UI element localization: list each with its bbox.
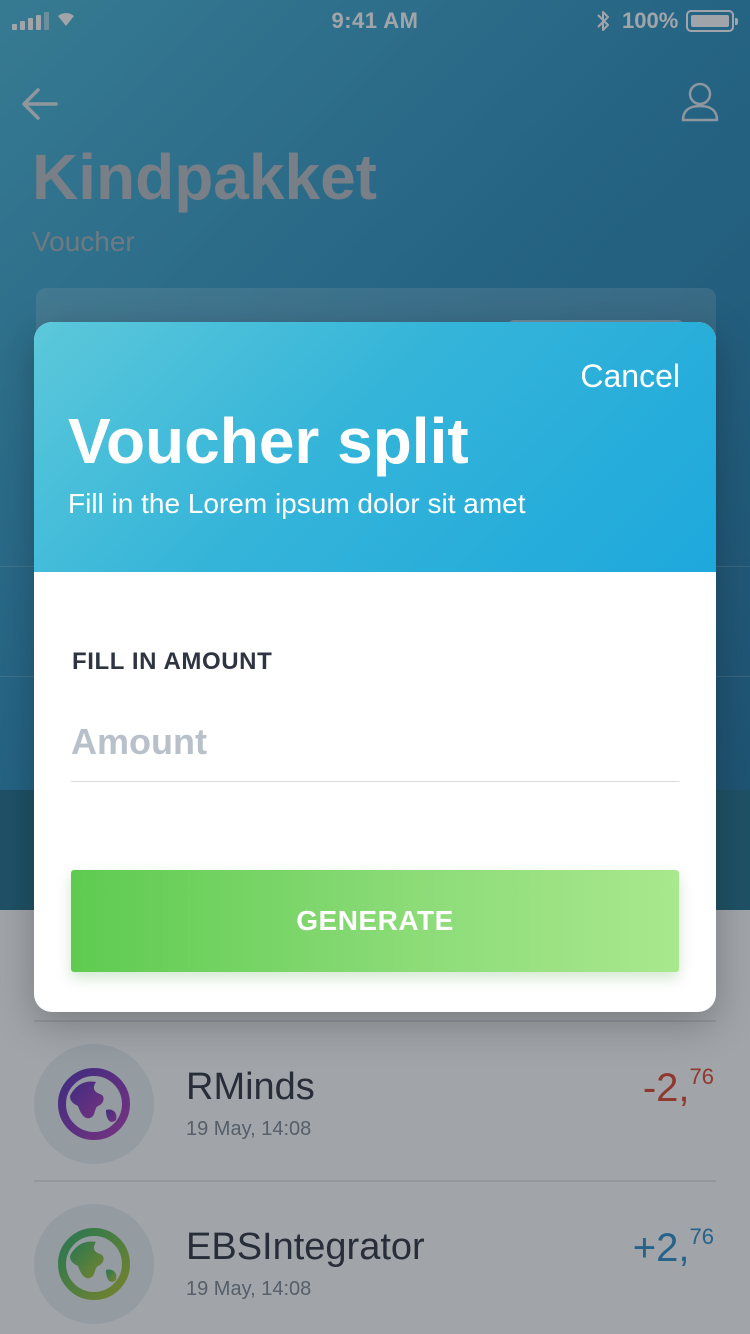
amount-input[interactable] xyxy=(71,702,679,782)
amount-field-label: FILL IN AMOUNT xyxy=(72,648,273,675)
modal-header: Cancel Voucher split Fill in the Lorem i… xyxy=(34,322,716,572)
cancel-button[interactable]: Cancel xyxy=(580,358,680,395)
modal-title: Voucher split xyxy=(68,405,469,477)
generate-button[interactable]: GENERATE xyxy=(71,870,679,972)
voucher-split-modal: Cancel Voucher split Fill in the Lorem i… xyxy=(34,322,716,1012)
modal-subtitle: Fill in the Lorem ipsum dolor sit amet xyxy=(68,488,526,519)
